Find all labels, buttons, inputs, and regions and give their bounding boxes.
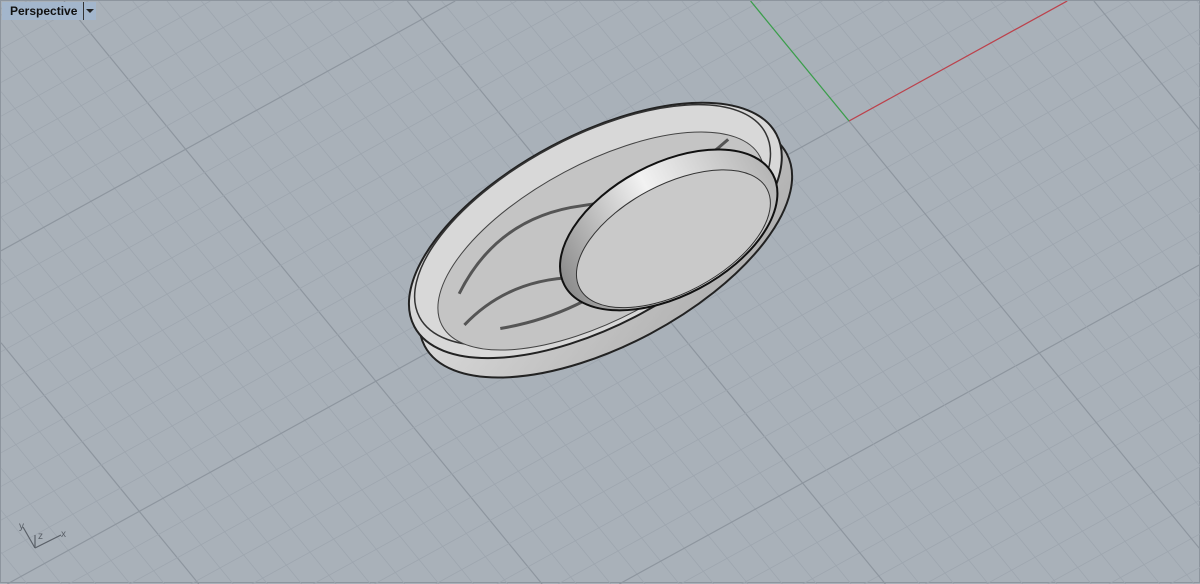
viewport-title-tab[interactable]: Perspective [2,2,96,20]
perspective-viewport[interactable]: Perspective y z x [0,0,1200,583]
viewport-menu-dropdown[interactable] [83,2,96,20]
chevron-down-icon [86,9,94,13]
axis-x-label: x [61,529,66,540]
axis-y-label: y [19,521,24,532]
viewport-title[interactable]: Perspective [2,2,83,20]
ring-model[interactable] [1,1,1200,584]
axis-z-label: z [38,531,43,542]
axis-gizmo: y z x [11,521,81,571]
